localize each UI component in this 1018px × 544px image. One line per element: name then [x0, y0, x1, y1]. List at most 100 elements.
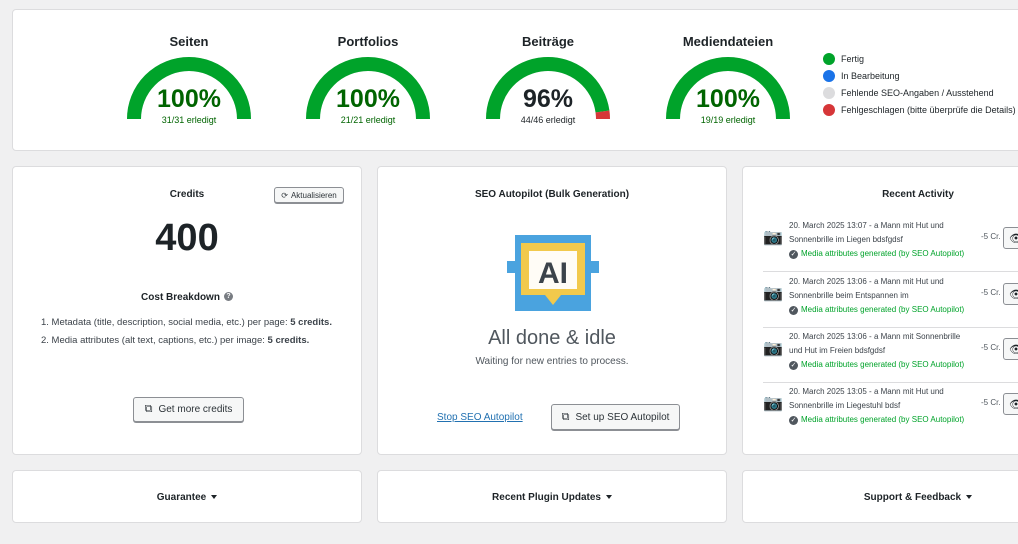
get-more-credits-button[interactable]: ⧉ Get more credits — [133, 397, 244, 422]
refresh-button[interactable]: ⟳ Aktualisieren — [274, 187, 344, 203]
gauge-title: Portfolios — [337, 34, 399, 49]
gauge-title: Beiträge — [521, 34, 575, 49]
legend-label: Fertig — [841, 53, 865, 64]
autopilot-title: SEO Autopilot (Bulk Generation) — [474, 189, 630, 200]
cost-item-text: 1. Metadata (title, description, social … — [41, 317, 291, 328]
view-button[interactable]: 👁 — [1003, 393, 1018, 415]
activity-status-text: Media attributes generated (by SEO Autop… — [801, 305, 965, 314]
view-button[interactable]: 👁 — [1003, 283, 1018, 305]
seo-autopilot-card: SEO Autopilot (Bulk Generation) AI All d… — [377, 166, 727, 455]
gauge-title: Seiten — [169, 34, 209, 49]
activity-status: ✓ Media attributes generated (by SEO Auto… — [789, 413, 979, 427]
activity-cost: -5 Cr. — [981, 232, 1001, 241]
cost-item-value: 5 credits. — [267, 335, 310, 346]
plugin-updates-toggle[interactable]: Recent Plugin Updates — [378, 492, 726, 503]
guarantee-toggle[interactable]: Guarantee — [13, 492, 361, 503]
help-icon[interactable]: ? — [223, 292, 233, 301]
gauge-title: Mediendateien — [682, 34, 774, 49]
view-button[interactable]: 👁 — [1003, 227, 1018, 249]
recent-activity-card: Recent Activity 📷 20. March 2025 13:07 -… — [742, 166, 1018, 455]
check-icon: ✓ — [789, 415, 798, 425]
media-icon: 📷 — [763, 395, 783, 412]
activity-text: 20. March 2025 13:06 - a Mann mit Sonnen… — [789, 330, 979, 372]
eye-icon: 👁 — [1009, 343, 1018, 356]
refresh-icon: ⟳ — [281, 190, 288, 200]
activity-status: ✓ Media attributes generated (by SEO Auto… — [789, 247, 979, 261]
credits-card: Credits ⟳ Aktualisieren 400 Cost Breakdo… — [12, 166, 362, 455]
support-feedback-panel[interactable]: Support & Feedback — [742, 470, 1018, 523]
gauge-seiten: Seiten 100% 31/31 erledigt — [119, 10, 259, 125]
activity-status: ✓ Media attributes generated (by SEO Auto… — [789, 358, 979, 372]
media-icon: 📷 — [763, 229, 783, 246]
cost-item: 1. Metadata (title, description, social … — [41, 317, 332, 328]
eye-icon: 👁 — [1009, 288, 1018, 301]
gauge-percent: 100% — [157, 85, 221, 113]
legend-item-failed: Fehlgeschlagen (bitte überprüfe die Deta… — [823, 101, 1016, 118]
activity-cost: -5 Cr. — [981, 288, 1001, 297]
legend-label: Fehlende SEO-Angaben / Ausstehend — [841, 87, 994, 98]
activity-line: und Hut im Freien bdsfgdsf — [789, 346, 886, 355]
guarantee-panel[interactable]: Guarantee — [12, 470, 362, 523]
activity-cost: -5 Cr. — [981, 343, 1001, 352]
legend-label: In Bearbeitung — [841, 70, 900, 81]
legend-label: Fehlgeschlagen (bitte überprüfe die Deta… — [841, 104, 1016, 115]
activity-cost: -5 Cr. — [981, 398, 1001, 407]
legend-item-pending: Fehlende SEO-Angaben / Ausstehend — [823, 84, 1016, 101]
legend-dot — [823, 86, 835, 99]
activity-line: Sonnenbrille beim Entspannen im — [789, 291, 909, 300]
activity-item: 📷 20. March 2025 13:05 - a Mann mit Hut … — [763, 383, 1018, 438]
cost-breakdown-label: Cost Breakdown — [141, 292, 220, 303]
external-link-icon: ⧉ — [561, 410, 570, 423]
gauge-percent: 96% — [522, 85, 574, 113]
cost-item-text: 2. Media attributes (alt text, captions,… — [41, 335, 268, 346]
activity-item: 📷 20. March 2025 13:06 - a Mann mit Hut … — [763, 273, 1018, 328]
setup-autopilot-label: Set up SEO Autopilot — [575, 411, 670, 423]
progress-overview-card: Seiten 100% 31/31 erledigt Portfolios 10… — [12, 9, 1018, 151]
activity-line: 20. March 2025 13:06 - a Mann mit Hut un… — [789, 277, 944, 286]
check-icon: ✓ — [789, 360, 798, 370]
guarantee-label: Guarantee — [156, 492, 207, 503]
cost-item-value: 5 credits. — [290, 317, 332, 328]
activity-item: 📷 20. March 2025 13:07 - a Mann mit Hut … — [763, 217, 1018, 272]
cost-item: 2. Media attributes (alt text, captions,… — [41, 335, 332, 346]
activity-title: Recent Activity — [882, 189, 954, 200]
eye-icon: 👁 — [1009, 398, 1018, 411]
activity-line: 20. March 2025 13:06 - a Mann mit Sonnen… — [789, 332, 961, 341]
stop-autopilot-link[interactable]: Stop SEO Autopilot — [437, 412, 523, 423]
plugin-updates-label: Recent Plugin Updates — [492, 492, 601, 503]
gauge-done-count: 44/46 erledigt — [520, 115, 576, 125]
activity-status-text: Media attributes generated (by SEO Autop… — [801, 360, 965, 369]
media-icon: 📷 — [763, 340, 783, 357]
activity-text: 20. March 2025 13:07 - a Mann mit Hut un… — [789, 219, 979, 261]
gauge-percent: 100% — [696, 85, 760, 113]
gauge-portfolios: Portfolios 100% 21/21 erledigt — [298, 10, 438, 125]
legend-dot — [823, 103, 835, 116]
ai-logo-icon: AI — [507, 235, 599, 311]
get-more-credits-label: Get more credits — [158, 404, 233, 415]
support-feedback-label: Support & Feedback — [863, 492, 962, 503]
setup-autopilot-button[interactable]: ⧉ Set up SEO Autopilot — [551, 404, 680, 430]
activity-line: Sonnenbrille im Liegen bdsfgdsf — [789, 235, 903, 244]
activity-line: Sonnenbrille im Liegestuhl bdsf — [789, 401, 901, 410]
gauge-mediendateien: Mediendateien 100% 19/19 erledigt — [658, 10, 798, 125]
view-button[interactable]: 👁 — [1003, 338, 1018, 360]
support-feedback-toggle[interactable]: Support & Feedback — [743, 492, 1018, 503]
legend-dot — [823, 69, 835, 82]
legend-item-in-progress: In Bearbeitung — [823, 67, 1016, 84]
legend-item-done: Fertig — [823, 50, 1016, 67]
status-legend: Fertig In Bearbeitung Fehlende SEO-Angab… — [823, 50, 1016, 118]
activity-status-text: Media attributes generated (by SEO Autop… — [801, 415, 965, 424]
activity-line: 20. March 2025 13:07 - a Mann mit Hut un… — [789, 221, 944, 230]
media-icon: 📷 — [763, 285, 783, 302]
gauge-done-count: 31/31 erledigt — [161, 115, 217, 125]
activity-status-text: Media attributes generated (by SEO Autop… — [801, 249, 965, 258]
activity-text: 20. March 2025 13:06 - a Mann mit Hut un… — [789, 275, 979, 317]
activity-item: 📷 20. March 2025 13:06 - a Mann mit Sonn… — [763, 328, 1018, 383]
activity-text: 20. March 2025 13:05 - a Mann mit Hut un… — [789, 385, 979, 427]
plugin-updates-panel[interactable]: Recent Plugin Updates — [377, 470, 727, 523]
gauge-beitraege: Beiträge 96% 44/46 erledigt — [478, 10, 618, 125]
credits-amount: 400 — [155, 217, 219, 259]
check-icon: ✓ — [789, 305, 798, 315]
gauge-done-count: 19/19 erledigt — [700, 115, 756, 125]
caret-down-icon — [211, 495, 218, 500]
